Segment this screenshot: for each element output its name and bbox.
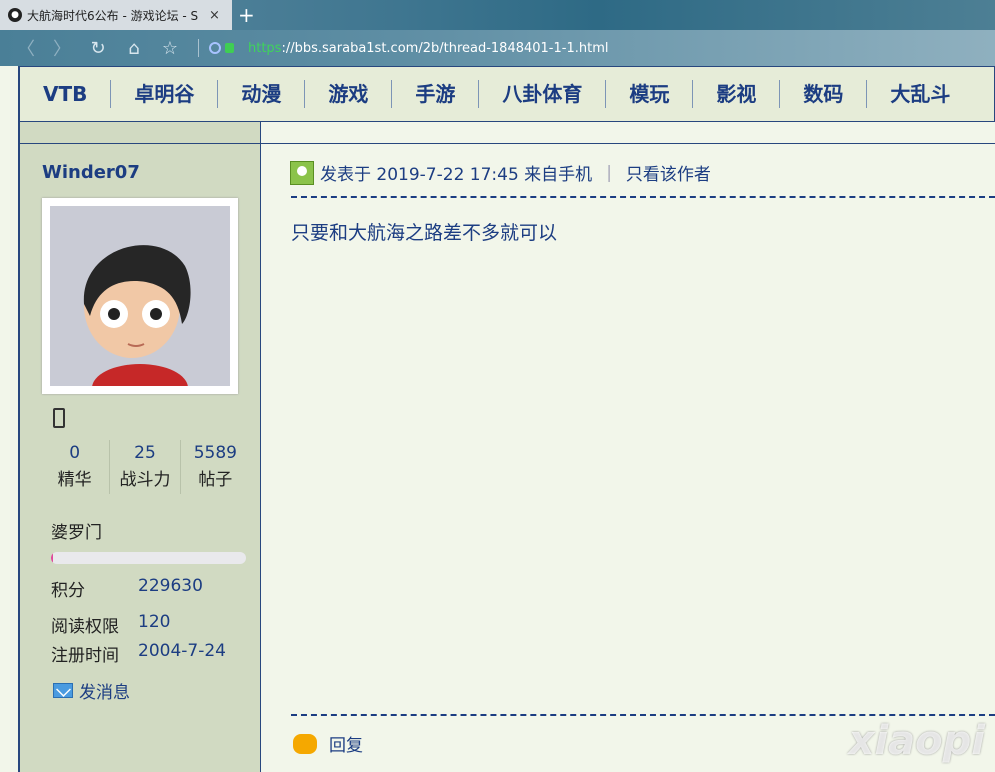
nav-item-brawl[interactable]: 大乱斗: [867, 80, 973, 108]
info-key: 积分: [51, 581, 85, 601]
stat-value: 25: [134, 443, 156, 463]
reload-icon[interactable]: ↻: [80, 38, 116, 59]
info-value: 2004-7-24: [138, 641, 226, 661]
forward-icon[interactable]: 〉: [44, 35, 80, 61]
stat-value: 5589: [193, 443, 237, 463]
reply-icon: [293, 733, 317, 754]
send-message-link[interactable]: 发消息: [53, 678, 130, 703]
online-status-icon: [290, 160, 314, 185]
address-bar: 〈 〉 ↻ ⌂ ☆ https://bbs.saraba1st.com/2b/t…: [0, 30, 995, 66]
post-divider-bottom: [291, 714, 995, 716]
send-message-label: 发消息: [79, 683, 130, 703]
site-info-icon[interactable]: [209, 42, 221, 54]
tab-title: 大航海时代6公布 - 游戏论坛 - S: [27, 8, 199, 23]
info-row-register-date: 注册时间 2004-7-24: [51, 641, 226, 666]
info-row-points: 积分 229630: [51, 576, 203, 601]
close-icon[interactable]: ×: [209, 8, 220, 23]
nav-item-anime[interactable]: 动漫: [218, 80, 306, 108]
browser-tab[interactable]: ● 大航海时代6公布 - 游戏论坛 - S ×: [0, 0, 232, 30]
post-divider-top: [291, 196, 995, 198]
nav-item-mobile-games[interactable]: 手游: [392, 80, 480, 108]
url-protocol: https: [248, 40, 282, 56]
home-icon[interactable]: ⌂: [116, 38, 152, 59]
avatar-frame: [42, 198, 238, 394]
avatar[interactable]: [50, 206, 230, 386]
post-header-strip: [18, 122, 995, 144]
post-meta: 发表于 2019-7-22 17:45 来自手机 | 只看该作者: [290, 160, 711, 185]
info-value: 229630: [138, 576, 203, 596]
user-stats: 0 精华 25 战斗力 5589 帖子: [40, 440, 250, 494]
stat-posts[interactable]: 5589 帖子: [179, 440, 250, 494]
bookmark-star-icon[interactable]: ☆: [152, 38, 188, 59]
info-key: 注册时间: [51, 646, 119, 666]
nav-item-vtb[interactable]: VTB: [20, 80, 112, 108]
author-only-link[interactable]: 只看该作者: [626, 160, 711, 185]
nav-item-zhuomingu[interactable]: 卓明谷: [111, 80, 219, 108]
nav-item-models[interactable]: 模玩: [606, 80, 694, 108]
nav-item-film[interactable]: 影视: [693, 80, 781, 108]
stat-value: 0: [69, 443, 81, 463]
url-field[interactable]: https://bbs.saraba1st.com/2b/thread-1848…: [248, 41, 608, 56]
stat-combat-power[interactable]: 25 战斗力: [109, 440, 179, 494]
stat-label: 战斗力: [119, 470, 171, 490]
level-progress-fill: [51, 552, 53, 564]
reply-label: 回复: [329, 736, 363, 756]
post-timestamp: 发表于 2019-7-22 17:45 来自手机: [320, 165, 593, 185]
browser-tab-bar: ● 大航海时代6公布 - 游戏论坛 - S × +: [0, 0, 995, 30]
level-progress-bar: [51, 552, 246, 564]
info-key: 阅读权限: [51, 617, 119, 637]
meta-separator: |: [606, 162, 612, 183]
username[interactable]: Winder07: [42, 162, 140, 183]
back-icon[interactable]: 〈: [8, 35, 44, 61]
reply-button[interactable]: 回复: [293, 731, 363, 756]
info-row-read-permission: 阅读权限 120: [51, 612, 170, 637]
post-content: 只要和大航海之路差不多就可以: [291, 222, 558, 244]
avatar-image: [50, 206, 230, 386]
user-group[interactable]: 婆罗门: [51, 518, 102, 543]
info-value: 120: [138, 612, 171, 632]
url-path: ://bbs.saraba1st.com/2b/thread-1848401-1…: [281, 40, 609, 56]
stat-label: 精华: [57, 470, 92, 490]
favicon-icon: ●: [8, 8, 22, 22]
user-sidebar: Winder07 0 精华 25 战斗力 5589 帖子 婆罗门 积分 2296…: [18, 144, 261, 772]
stat-label: 帖子: [198, 470, 233, 490]
nav-item-games[interactable]: 游戏: [305, 80, 393, 108]
envelope-icon: [53, 683, 73, 698]
nav-item-digital[interactable]: 数码: [780, 80, 868, 108]
mobile-phone-icon: [53, 408, 65, 428]
watermark-logo: xiaopi: [848, 718, 985, 764]
new-tab-button[interactable]: +: [238, 3, 255, 27]
sidebar-header-strip: [20, 122, 261, 143]
lock-icon: [225, 43, 234, 53]
nav-item-gossip-sports[interactable]: 八卦体育: [479, 80, 607, 108]
stat-digest[interactable]: 0 精华: [40, 440, 109, 494]
forum-nav: VTB 卓明谷 动漫 游戏 手游 八卦体育 模玩 影视 数码 大乱斗: [18, 66, 995, 122]
toolbar-divider: [198, 39, 199, 57]
